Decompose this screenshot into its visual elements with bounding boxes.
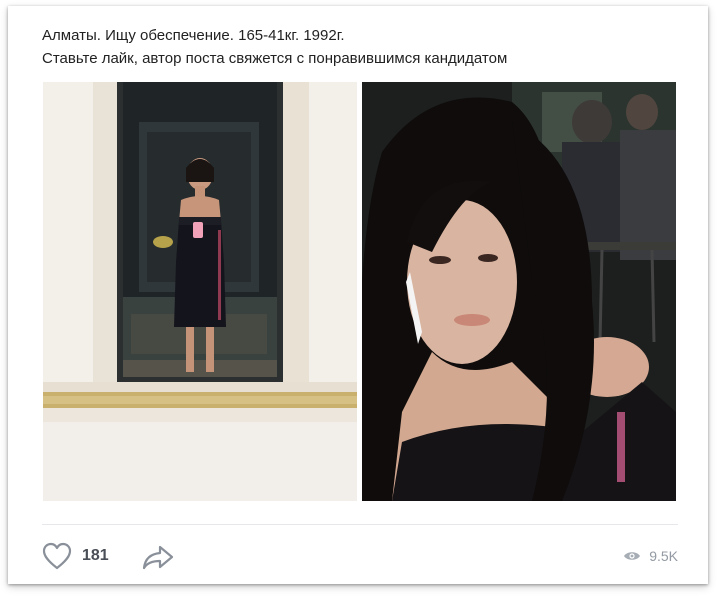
heart-outline-icon [42,542,72,570]
views-indicator: 9.5K [623,548,678,564]
photo-portrait-selfie[interactable] [362,82,676,501]
eye-icon [624,552,641,560]
post-text-line-2: Ставьте лайк, автор поста свяжется с пон… [42,50,508,67]
share-button[interactable] [142,544,174,575]
post-text: Алматы. Ищу обеспечение. 165-41кг. 1992г… [42,24,688,70]
footer-divider [42,524,678,525]
like-count: 181 [82,547,109,564]
post-text-line-1: Алматы. Ищу обеспечение. 165-41кг. 1992г… [42,27,345,44]
share-arrow-icon [142,545,174,570]
post-actions: 181 9.5K [42,540,678,576]
photo-mirror-selfie[interactable] [43,82,357,501]
like-button[interactable]: 181 [42,542,109,570]
views-count: 9.5K [649,548,678,564]
post-card: Алматы. Ищу обеспечение. 165-41кг. 1992г… [8,6,708,584]
